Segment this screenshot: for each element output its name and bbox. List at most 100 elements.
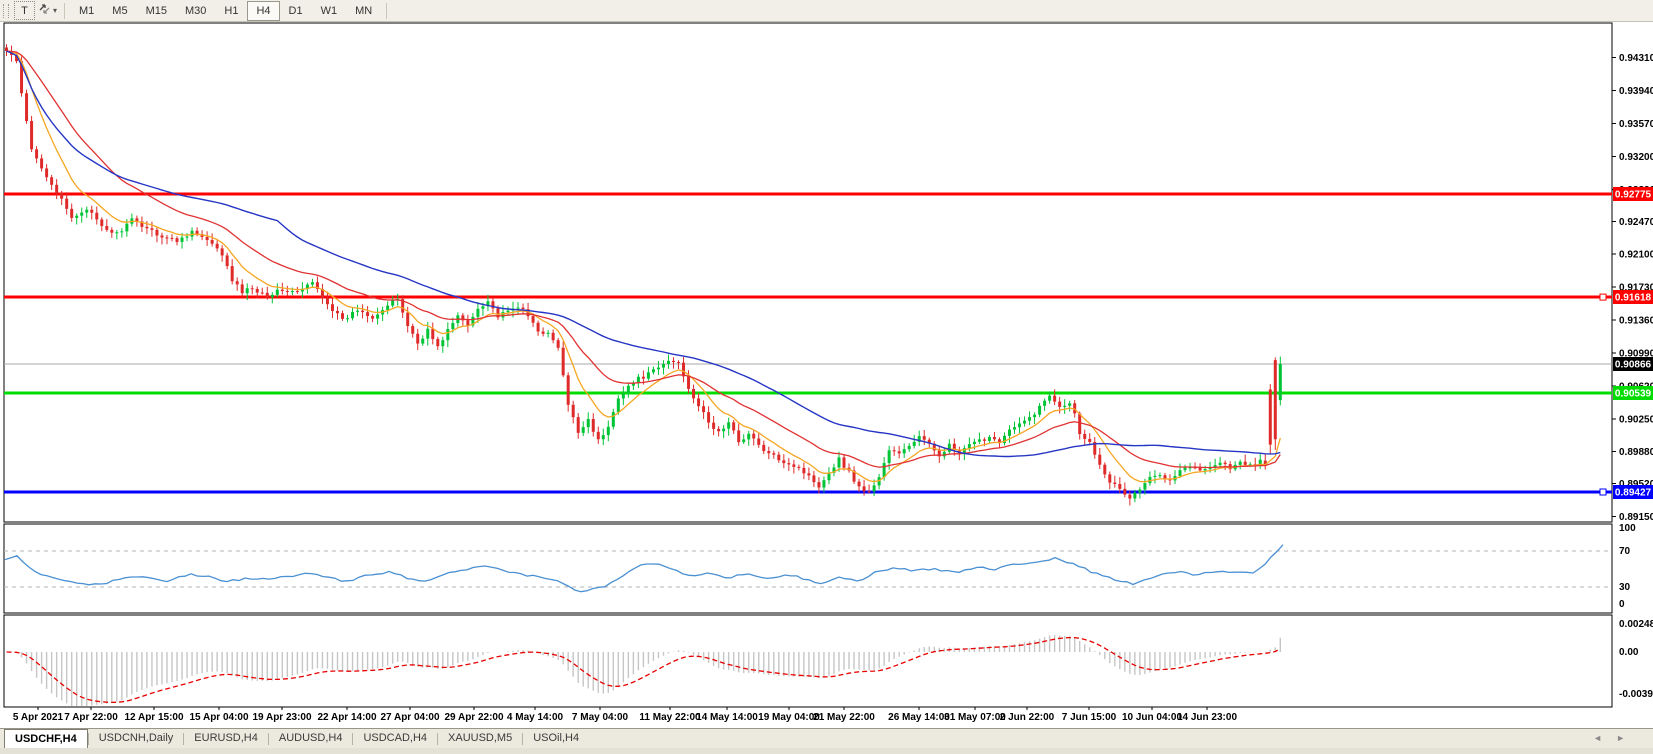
candle-body: [446, 329, 449, 340]
candle-body: [276, 290, 279, 295]
candle-body: [501, 312, 504, 317]
tab-usdcnh-daily[interactable]: USDCNH,Daily: [89, 729, 184, 748]
candle-body: [436, 339, 439, 346]
candle-body: [978, 439, 981, 441]
candle-body: [366, 312, 369, 316]
candle-body: [326, 298, 329, 304]
candle-body: [346, 318, 349, 319]
current-price-tag-text: 0.90866: [1615, 360, 1652, 371]
candle-body: [466, 320, 469, 325]
panel-border: [4, 615, 1612, 707]
tab-xauusd-m5[interactable]: XAUUSD,M5: [438, 729, 522, 748]
candle-body: [672, 361, 675, 362]
candle-body: [170, 238, 173, 239]
candle-body: [406, 313, 409, 326]
candle-body: [165, 237, 168, 238]
time-axis-label: 14 Jun 23:00: [1177, 712, 1237, 723]
candle-body: [657, 368, 660, 370]
level-price-tag-text: 0.92775: [1615, 190, 1652, 201]
candle-body: [517, 308, 520, 309]
candle-body: [722, 429, 725, 432]
candle-body: [837, 457, 840, 467]
candle-body: [186, 237, 189, 238]
tab-audusd-h4[interactable]: AUDUSD,H4: [269, 729, 353, 748]
level-price-tag-text: 0.89427: [1615, 487, 1652, 498]
candle-body: [898, 451, 901, 453]
candle-body: [176, 238, 179, 242]
time-axis-label: 14 May 14:00: [696, 712, 758, 723]
candle-body: [125, 224, 128, 232]
candle-body: [441, 340, 444, 346]
candle-body: [311, 282, 314, 284]
candle-body: [231, 266, 234, 281]
time-axis-label: 10 Jun 04:00: [1122, 712, 1182, 723]
tab-scroll-left-icon[interactable]: ◄: [1593, 733, 1616, 743]
candle-body: [607, 427, 610, 435]
candle-body: [150, 228, 153, 230]
candle-body: [1244, 462, 1247, 465]
candle-body: [1123, 489, 1126, 495]
candle-body: [361, 311, 364, 312]
chart-canvas[interactable]: 0.943100.939400.935700.932000.928300.924…: [0, 0, 1653, 754]
candle-body: [707, 412, 710, 422]
time-axis-label: 4 May 14:00: [507, 712, 564, 723]
time-axis-label: 27 Apr 04:00: [380, 712, 440, 723]
candle-body: [1053, 396, 1056, 402]
candle-body: [90, 210, 93, 213]
candle-body: [557, 340, 560, 348]
level-handle[interactable]: [1600, 294, 1606, 300]
candle-body: [1279, 364, 1282, 400]
candle-body: [757, 439, 760, 445]
candle-body: [1098, 455, 1101, 465]
price-axis-tick: 0.93940: [1619, 86, 1653, 97]
candle-body: [110, 230, 113, 233]
candle-body: [1128, 495, 1131, 499]
candle-body: [577, 417, 580, 433]
candle-body: [858, 482, 861, 487]
candle-body: [1133, 493, 1136, 499]
candle-body: [893, 450, 896, 451]
candle-body: [286, 291, 289, 292]
tab-usdchf-h4[interactable]: USDCHF,H4: [4, 729, 88, 748]
price-axis-tick: 0.89150: [1619, 512, 1653, 523]
time-axis-label: 7 Jun 15:00: [1062, 712, 1117, 723]
tab-scroll-right-icon[interactable]: ►: [1616, 733, 1639, 743]
candle-body: [592, 419, 595, 432]
candle-body: [822, 480, 825, 487]
rsi-axis-tick: 70: [1619, 546, 1631, 557]
candle-body: [216, 244, 219, 249]
candle-body: [1153, 476, 1156, 477]
candle-body: [70, 209, 73, 218]
tab-usoil-h4[interactable]: USOil,H4: [523, 729, 589, 748]
candle-body: [145, 227, 148, 228]
candle-body: [792, 464, 795, 467]
price-axis-tick: 0.91360: [1619, 316, 1653, 327]
candle-body: [1048, 396, 1051, 401]
tab-scroll-arrows[interactable]: ◄►: [1593, 733, 1639, 743]
candle-body: [547, 333, 550, 334]
candle-body: [1269, 389, 1272, 444]
candle-body: [356, 311, 359, 312]
tab-usdcad-h4[interactable]: USDCAD,H4: [353, 729, 437, 748]
candle-body: [1083, 434, 1086, 439]
candle-body: [421, 339, 424, 344]
candle-body: [411, 326, 414, 334]
candle-body: [562, 348, 565, 376]
candle-body: [702, 406, 705, 412]
symbol-tabs: USDCHF,H4USDCNH,DailyEURUSD,H4AUDUSD,H4U…: [4, 729, 589, 748]
candle-body: [617, 398, 620, 412]
candle-body: [1118, 484, 1121, 489]
candle-body: [1184, 468, 1187, 471]
candle-body: [296, 291, 299, 292]
candle-body: [100, 219, 103, 226]
candle-body: [677, 362, 680, 363]
tab-eurusd-h4[interactable]: EURUSD,H4: [184, 729, 268, 748]
candle-body: [1018, 423, 1021, 427]
candle-body: [181, 238, 184, 242]
panel-border: [4, 524, 1612, 613]
time-axis-label: 7 Apr 22:00: [64, 712, 118, 723]
candle-body: [772, 453, 775, 454]
level-handle[interactable]: [1600, 489, 1606, 495]
candle-body: [341, 313, 344, 319]
candle-body: [747, 434, 750, 440]
